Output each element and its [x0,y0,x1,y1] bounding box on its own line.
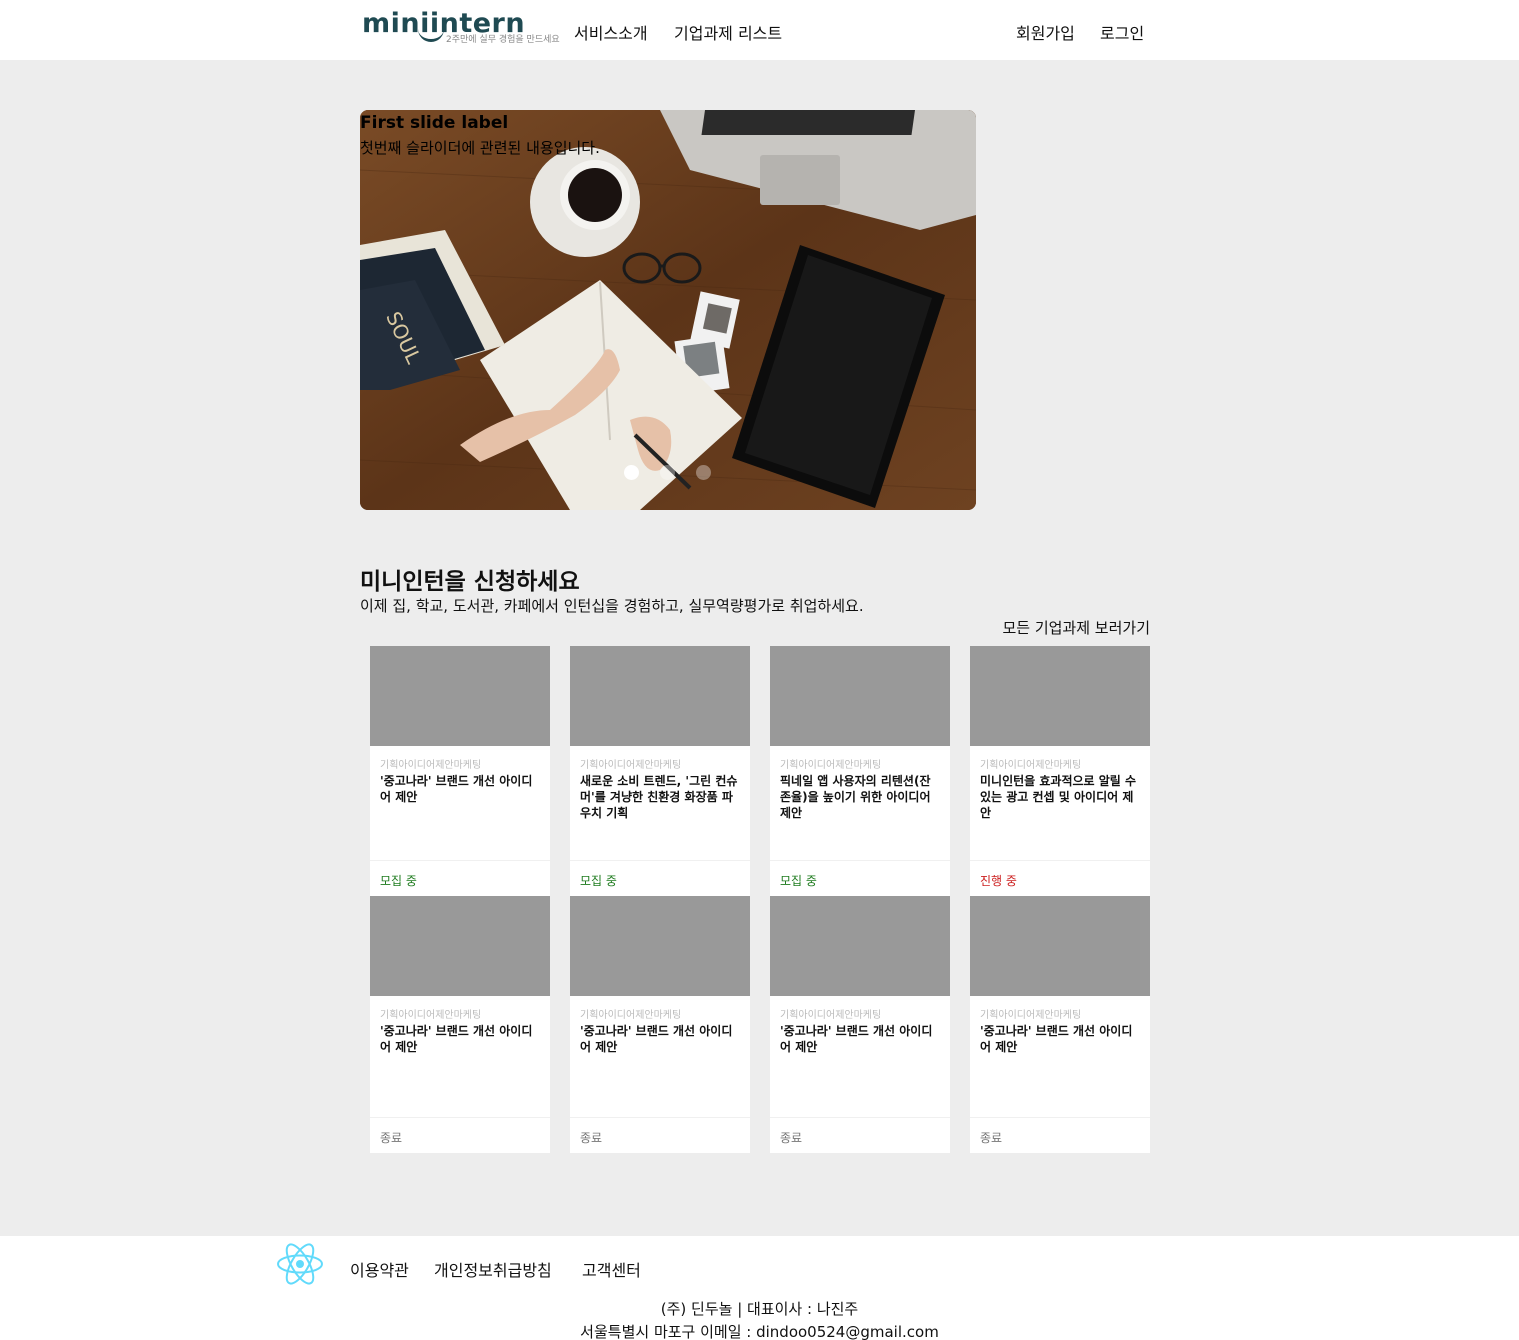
card-title: 픽네일 앱 사용자의 리텐션(잔존율)을 높이기 위한 아이디어 제안 [780,774,931,820]
card-category: 기획아이디어제안마케팅 [380,760,482,771]
card-status: 종료 [570,1117,750,1153]
carousel-indicator-3[interactable] [696,465,711,480]
site-footer: 이용약관 개인정보취급방침 고객센터 (주) 딘두놀 | 대표이사 : 나진주 … [0,1236,1519,1340]
nav-project-list[interactable]: 기업과제 리스트 [674,20,782,44]
card-category: 기획아이디어제안마케팅 [980,1010,1082,1021]
company-address: 서울특별시 마포구 이메일 : dindoo0524@gmail.com [580,1323,939,1340]
logo-tagline: 2주만에 실무 경험을 만드세요 [446,35,560,45]
login-link[interactable]: 로그인 [1100,20,1144,44]
project-card[interactable]: 기획아이디어제안마케팅 미니인턴을 효과적으로 알릴 수 있는 광고 컨셉 및 … [970,646,1150,896]
card-thumbnail [770,646,950,746]
card-status: 종료 [770,1117,950,1153]
card-title: 새로운 소비 트렌드, '그린 컨슈머'를 겨냥한 친환경 화장품 파우치 기획 [580,774,738,820]
nav-service-intro[interactable]: 서비스소개 [574,20,648,44]
card-title: '중고나라' 브랜드 개선 아이디어 제안 [380,774,533,804]
card-title: '중고나라' 브랜드 개선 아이디어 제안 [780,1024,933,1054]
card-category: 기획아이디어제안마케팅 [780,1010,882,1021]
card-thumbnail [370,896,550,996]
site-logo[interactable]: miniintern 2주만에 실무 경험을 만드세요 [362,8,567,48]
card-thumbnail [970,896,1150,996]
card-category: 기획아이디어제안마케팅 [980,760,1082,771]
card-category: 기획아이디어제안마케팅 [780,760,882,771]
project-card[interactable]: 기획아이디어제안마케팅 '중고나라' 브랜드 개선 아이디어 제안 종료 [970,896,1150,1153]
project-card[interactable]: 기획아이디어제안마케팅 '중고나라' 브랜드 개선 아이디어 제안 종료 [570,896,750,1153]
project-card[interactable]: 기획아이디어제안마케팅 '중고나라' 브랜드 개선 아이디어 제안 종료 [770,896,950,1153]
section-subtitle: 이제 집, 학교, 도서관, 카페에서 인턴십을 경험하고, 실무역량평가로 취… [360,597,864,615]
logo-smile-icon [418,28,444,42]
site-header: miniintern 2주만에 실무 경험을 만드세요 서비스소개 기업과제 리… [0,0,1519,60]
carousel-indicator-2[interactable] [660,465,675,480]
card-thumbnail [970,646,1150,746]
slide-title: First slide label [360,113,509,133]
company-info: (주) 딘두놀 | 대표이사 : 나진주 [660,1300,859,1318]
card-category: 기획아이디어제안마케팅 [580,760,682,771]
card-status: 종료 [370,1117,550,1153]
slide-caption: 첫번째 슬라이더에 관련된 내용입니다. [360,139,600,157]
privacy-policy-link[interactable]: 개인정보취급방침 [434,1257,552,1281]
card-status: 진행 중 [970,860,1150,896]
card-title: '중고나라' 브랜드 개선 아이디어 제안 [980,1024,1133,1054]
project-card[interactable]: 기획아이디어제안마케팅 '중고나라' 브랜드 개선 아이디어 제안 종료 [370,896,550,1153]
card-thumbnail [770,896,950,996]
card-status: 종료 [970,1117,1150,1153]
slide-image: SOUL [360,110,976,510]
card-title: '중고나라' 브랜드 개선 아이디어 제안 [380,1024,533,1054]
card-status: 모집 중 [370,860,550,896]
card-status: 모집 중 [770,860,950,896]
project-card[interactable]: 기획아이디어제안마케팅 '중고나라' 브랜드 개선 아이디어 제안 모집 중 [370,646,550,896]
card-thumbnail [370,646,550,746]
hero-carousel[interactable]: SOUL First slide label 첫번째 슬라이더에 관련된 내용입… [360,110,976,510]
card-status: 모집 중 [570,860,750,896]
terms-link[interactable]: 이용약관 [350,1257,409,1281]
project-card[interactable]: 기획아이디어제안마케팅 새로운 소비 트렌드, '그린 컨슈머'를 겨냥한 친환… [570,646,750,896]
project-card[interactable]: 기획아이디어제안마케팅 픽네일 앱 사용자의 리텐션(잔존율)을 높이기 위한 … [770,646,950,896]
section-title: 미니인턴을 신청하세요 [360,569,580,595]
react-icon [277,1243,323,1285]
carousel-indicator-1[interactable] [624,465,639,480]
card-thumbnail [570,896,750,996]
card-thumbnail [570,646,750,746]
see-all-projects-link[interactable]: 모든 기업과제 보러가기 [1002,617,1150,638]
card-category: 기획아이디어제안마케팅 [580,1010,682,1021]
card-title: '중고나라' 브랜드 개선 아이디어 제안 [580,1024,733,1054]
card-category: 기획아이디어제안마케팅 [380,1010,482,1021]
customer-center-link[interactable]: 고객센터 [582,1257,641,1281]
signup-link[interactable]: 회원가입 [1016,20,1075,44]
card-title: 미니인턴을 효과적으로 알릴 수 있는 광고 컨셉 및 아이디어 제안 [980,774,1137,820]
